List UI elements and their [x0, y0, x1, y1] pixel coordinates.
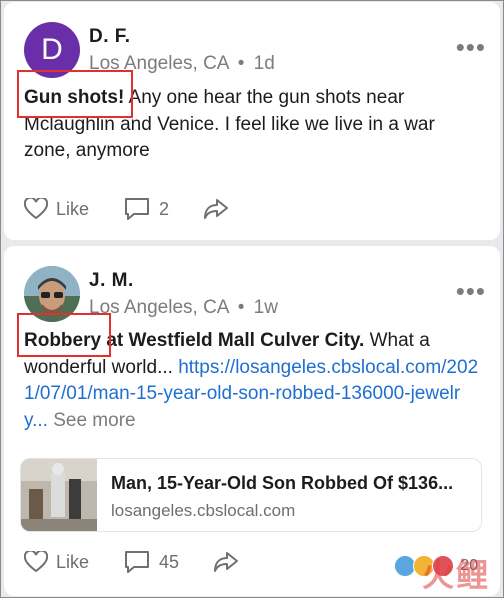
- author-name[interactable]: D. F.: [89, 26, 131, 48]
- separator: •: [237, 53, 245, 74]
- post-age: 1d: [253, 53, 275, 74]
- post-age: 1w: [253, 297, 278, 318]
- share-arrow-icon: [214, 552, 239, 572]
- post-headline-rest: at Westfield Mall Culver City.: [106, 330, 365, 351]
- highlight-box: [17, 70, 133, 118]
- comment-button[interactable]: 2: [123, 197, 169, 221]
- post-actions: Like 45: [24, 550, 273, 574]
- preview-thumbnail: [21, 459, 97, 531]
- like-label: Like: [56, 551, 90, 572]
- heart-outline-icon: [24, 551, 48, 573]
- share-button[interactable]: [213, 551, 239, 573]
- separator: •: [237, 297, 245, 318]
- comment-button[interactable]: 45: [123, 550, 179, 574]
- more-options-icon[interactable]: •••: [456, 34, 486, 60]
- see-more-link[interactable]: See more: [53, 410, 135, 431]
- preview-domain: losangeles.cbslocal.com: [111, 501, 296, 520]
- preview-title: Man, 15-Year-Old Son Robbed Of $136...: [111, 473, 454, 493]
- post-card[interactable]: D D. F. Los Angeles, CA • 1d ••• Gun sho…: [4, 2, 500, 240]
- comment-bubble-icon: [125, 551, 150, 573]
- post-meta: Los Angeles, CA • 1w: [89, 297, 278, 319]
- watermark-logo: 火鲤: [421, 556, 490, 594]
- post-actions: Like 2: [24, 197, 263, 221]
- comment-count: 45: [159, 551, 180, 572]
- like-button[interactable]: Like: [24, 198, 89, 220]
- comment-bubble-icon: [125, 198, 150, 220]
- heart-outline-icon: [24, 198, 48, 220]
- like-label: Like: [56, 198, 90, 219]
- post-card[interactable]: J. M. Los Angeles, CA • 1w ••• Robbery a…: [4, 246, 500, 596]
- comment-count: 2: [159, 198, 170, 219]
- share-button[interactable]: [203, 198, 229, 220]
- like-button[interactable]: Like: [24, 551, 89, 573]
- author-name[interactable]: J. M.: [89, 270, 134, 292]
- more-options-icon[interactable]: •••: [456, 278, 486, 304]
- share-arrow-icon: [204, 199, 229, 219]
- highlight-box: [17, 313, 111, 357]
- link-preview-card[interactable]: Man, 15-Year-Old Son Robbed Of $136... l…: [20, 458, 482, 532]
